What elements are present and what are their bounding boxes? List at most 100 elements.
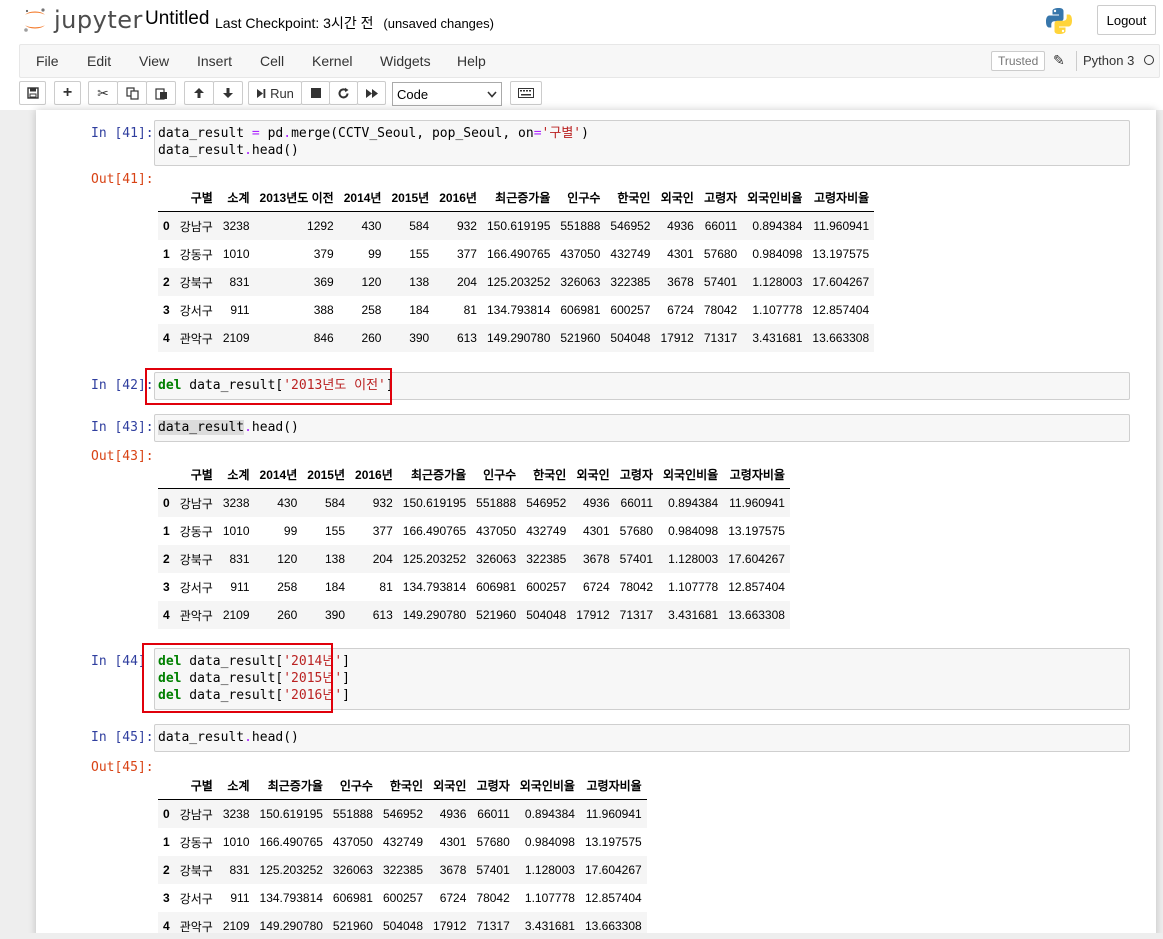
command-palette-button[interactable]	[510, 81, 542, 105]
menu-edit[interactable]: Edit	[87, 53, 111, 69]
column-header: 고령자	[614, 461, 659, 489]
table-row: 4 관악구 2109 260 390 613 149.290780 521960 504048 1…	[158, 601, 790, 629]
edit-pencil-icon[interactable]: ✎	[1053, 52, 1065, 69]
table-row: 3 강서구 911 134.793814 606981 600257 6724 78042 1.…	[158, 884, 647, 912]
table-cell: 78042	[703, 303, 738, 317]
table-cell: 600257	[610, 303, 651, 317]
menu-file[interactable]: File	[36, 53, 59, 69]
code-cell-input[interactable]: data_result.head()	[154, 724, 1130, 752]
column-header: 최근증가율	[397, 461, 472, 489]
menu-view[interactable]: View	[139, 53, 169, 69]
column-header: 고령자비율	[579, 772, 647, 800]
menu-kernel[interactable]: Kernel	[312, 53, 352, 69]
logout-button[interactable]: Logout	[1097, 5, 1156, 35]
table-cell: 134.793814	[402, 580, 467, 594]
column-header: 2015년	[302, 461, 351, 489]
table-cell: 166.490765	[402, 524, 467, 538]
table-row: 1 강동구 1010 166.490765 437050 432749 4301 57680 0…	[158, 828, 647, 856]
table-cell: 6724	[582, 580, 610, 594]
table-cell: 3238	[222, 219, 250, 233]
restart-button[interactable]	[329, 81, 358, 105]
table-cell: 184	[324, 580, 346, 594]
column-header: 구별	[174, 184, 218, 212]
jupyter-logo[interactable]: jupyter	[22, 6, 143, 34]
table-cell: 강북구	[179, 552, 213, 567]
table-cell: 150.619195	[259, 807, 323, 821]
run-button[interactable]: Run	[248, 81, 302, 105]
move-down-button[interactable]	[213, 81, 243, 105]
table-cell: 11.960941	[729, 496, 785, 510]
column-header: 외국인	[655, 184, 699, 212]
restart-run-all-button[interactable]	[357, 81, 386, 105]
fast-forward-icon	[365, 88, 378, 98]
code-cell-input[interactable]: data_result = pd.merge(CCTV_Seoul, pop_S…	[154, 120, 1130, 166]
table-cell: 831	[229, 552, 250, 566]
table-cell: 521960	[476, 608, 517, 622]
table-cell: 0.894384	[752, 219, 803, 233]
table-cell: 546952	[526, 496, 567, 510]
table-cell: 71317	[619, 608, 654, 622]
table-cell: 134.793814	[486, 303, 551, 317]
cell-type-select[interactable]: Code	[392, 82, 502, 106]
kernel-name[interactable]: Python 3	[1083, 53, 1134, 68]
copy-button[interactable]	[117, 81, 147, 105]
table-cell: 258	[361, 303, 382, 317]
notebook-name[interactable]: Untitled	[145, 8, 209, 30]
table-cell: 강서구	[179, 580, 213, 595]
table-cell: 57680	[619, 524, 654, 538]
table-cell: 2109	[222, 331, 250, 345]
row-index: 2	[163, 863, 170, 877]
table-cell: 강동구	[179, 835, 213, 850]
row-index: 2	[163, 275, 170, 289]
table-cell: 13.663308	[812, 331, 870, 345]
column-header: 외국인비율	[742, 184, 808, 212]
row-index: 2	[163, 552, 170, 566]
table-cell: 155	[324, 524, 346, 538]
table-cell: 3238	[222, 807, 250, 821]
trusted-indicator[interactable]: Trusted	[991, 51, 1046, 71]
cut-button[interactable]: ✂	[88, 81, 118, 105]
paste-button[interactable]	[146, 81, 176, 105]
table-cell: 13.197575	[728, 524, 785, 538]
table-cell: 120	[361, 275, 382, 289]
table-cell: 4936	[439, 807, 467, 821]
table-cell: 584	[409, 219, 430, 233]
table-cell: 613	[456, 331, 477, 345]
menu-help[interactable]: Help	[457, 53, 486, 69]
table-cell: 3678	[439, 863, 467, 877]
column-header: 고령자	[471, 772, 515, 800]
table-header-row: 구별 소계 2014년 2015년 2016년 최근증가율 인구수 한국인 외국인 고령자 외국인비…	[158, 461, 790, 489]
table-cell: 강동구	[179, 247, 213, 262]
table-cell: 150.619195	[402, 496, 467, 510]
table-cell: 13.197575	[812, 247, 870, 261]
menubar: File Edit View Insert Cell Kernel Widget…	[19, 44, 1160, 78]
menu-widgets[interactable]: Widgets	[380, 53, 431, 69]
table-cell: 432749	[526, 524, 567, 538]
table-cell: 504048	[526, 608, 567, 622]
save-button[interactable]	[19, 81, 46, 105]
column-header: 외국인비율	[658, 461, 724, 489]
code-cell-input[interactable]: data_result.head()	[154, 414, 1130, 442]
table-cell: 1.128003	[524, 863, 575, 877]
table-cell: 149.290780	[486, 331, 551, 345]
interrupt-button[interactable]	[301, 81, 330, 105]
menu-insert[interactable]: Insert	[197, 53, 232, 69]
table-row: 1 강동구 1010 99 155 377 166.490765 437050 432749 43…	[158, 517, 790, 545]
menu-cell[interactable]: Cell	[260, 53, 284, 69]
table-cell: 17.604267	[812, 275, 870, 289]
table-cell: 강동구	[179, 524, 213, 539]
horizontal-scrollbar[interactable]	[0, 933, 1163, 939]
in-prompt: In [43]:	[91, 420, 154, 435]
row-index: 1	[163, 247, 170, 261]
table-cell: 3678	[582, 552, 610, 566]
chevron-down-icon	[487, 90, 497, 98]
insert-cell-button[interactable]: +	[54, 81, 81, 105]
unsaved-indicator: (unsaved changes)	[383, 16, 494, 31]
column-header: 구별	[174, 461, 218, 489]
column-header: 고령자비율	[723, 461, 790, 489]
in-prompt: In [44]	[91, 654, 146, 669]
table-cell: 0.894384	[668, 496, 719, 510]
move-up-button[interactable]	[184, 81, 214, 105]
table-cell: 932	[372, 496, 393, 510]
highlight-box	[145, 368, 392, 405]
